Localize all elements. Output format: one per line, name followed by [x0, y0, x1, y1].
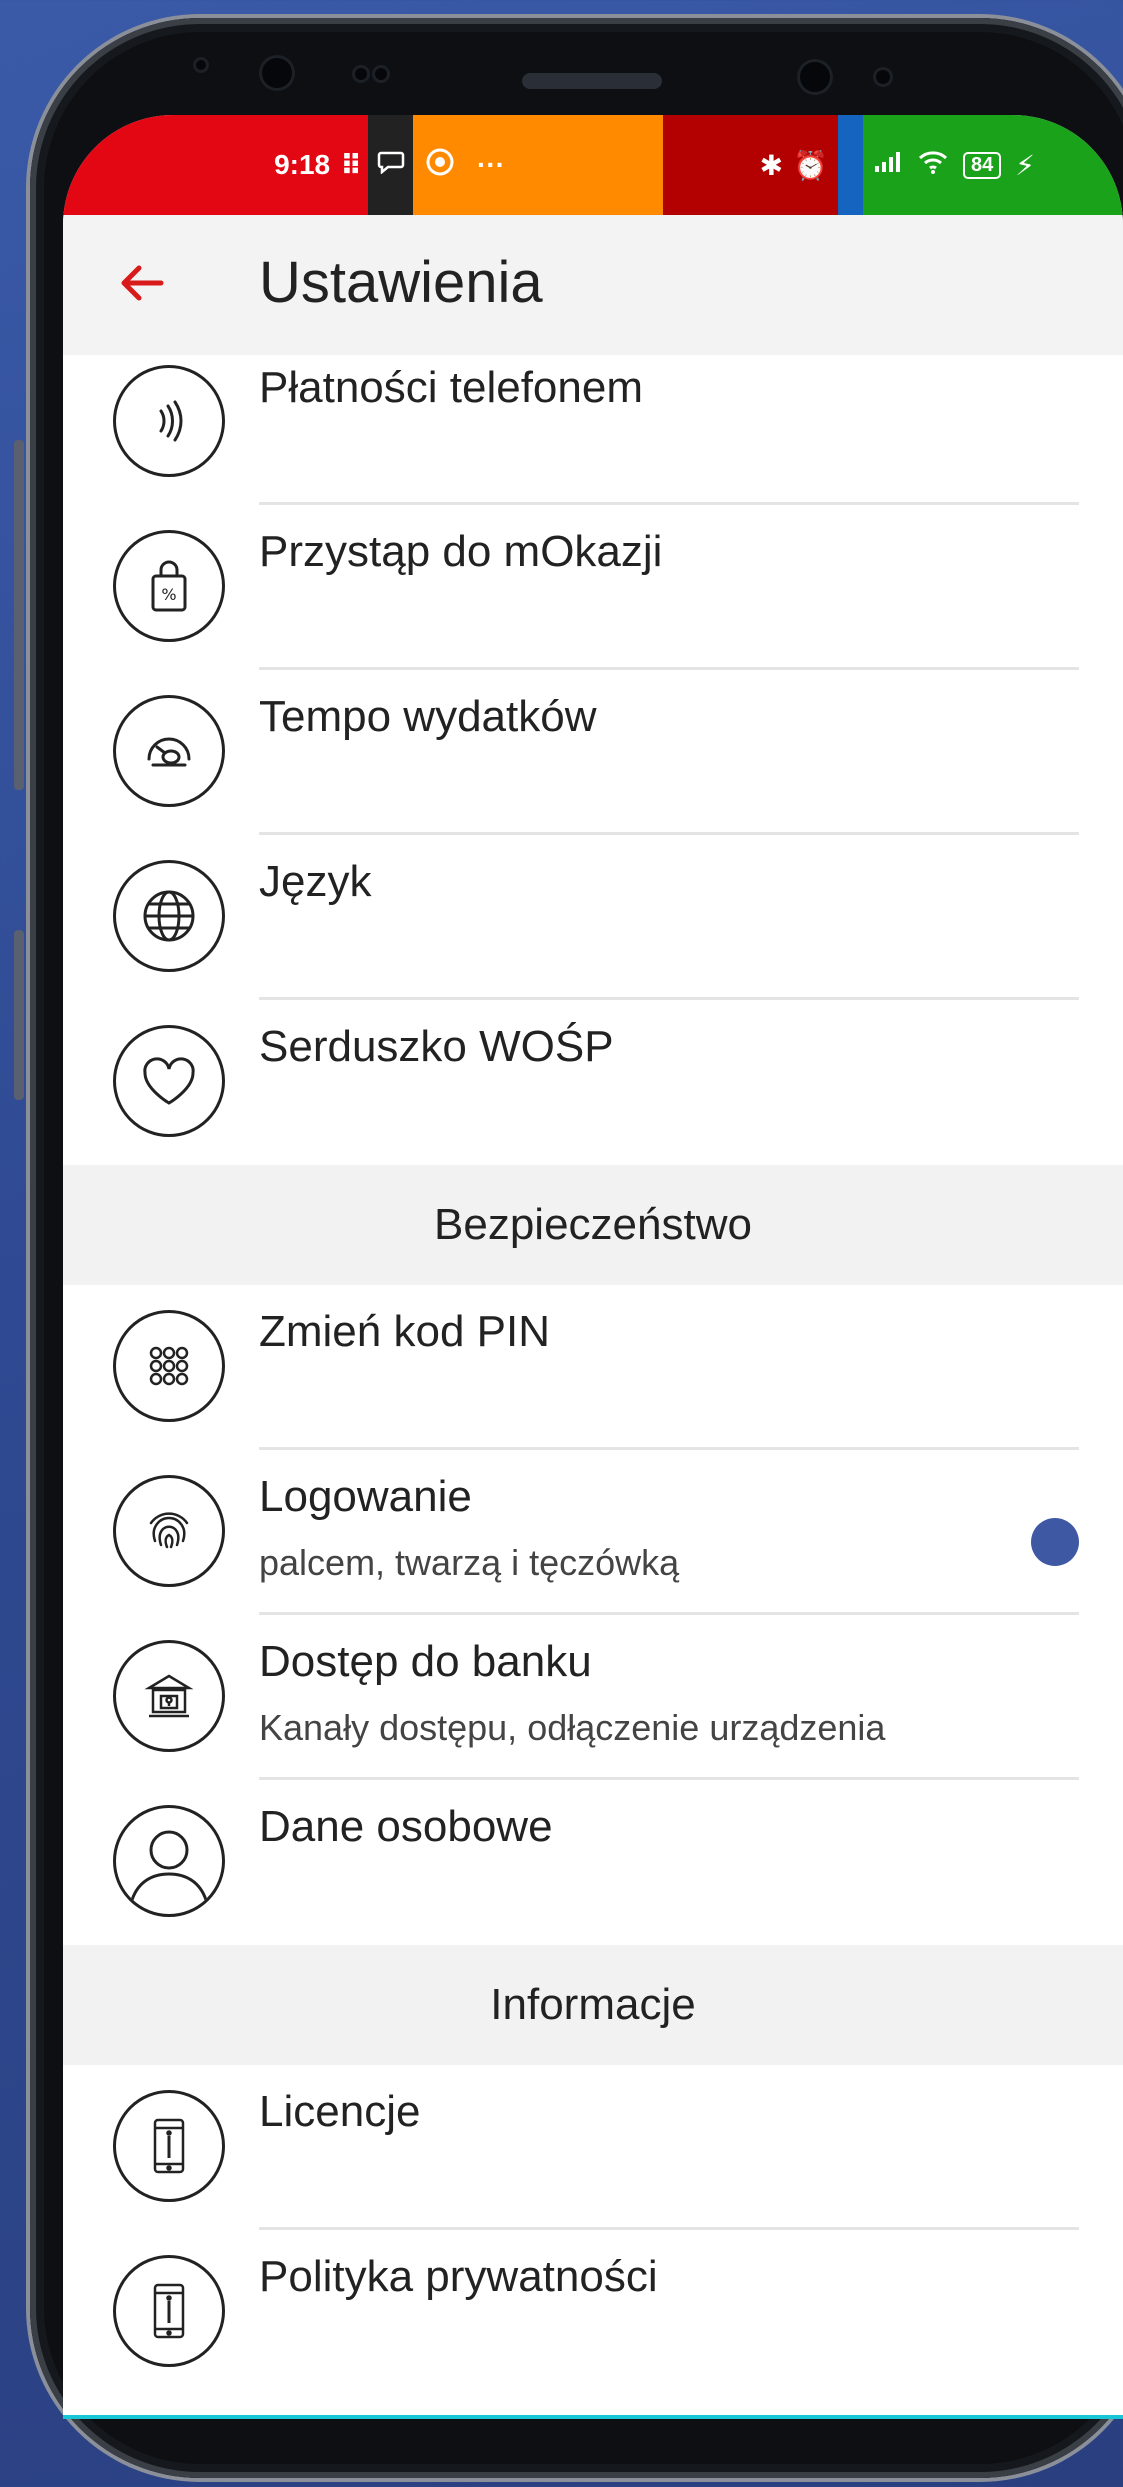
- screen-bottom-edge: [63, 2415, 1123, 2419]
- status-time-segment: 9:18 ⠿: [63, 115, 368, 215]
- heart-icon: [113, 1025, 225, 1137]
- signal-icon: [873, 149, 903, 181]
- settings-item-privacy-policy[interactable]: Polityka prywatności: [63, 2230, 1123, 2395]
- battery-icon: 84: [963, 151, 1002, 179]
- settings-item-label: Język: [259, 857, 372, 906]
- back-arrow-icon[interactable]: [113, 253, 173, 313]
- app-notification-icon: [425, 147, 455, 184]
- volume-button: [14, 440, 24, 790]
- front-camera: [262, 58, 292, 88]
- sensor-dot: [375, 68, 387, 80]
- status-time: 9:18: [274, 149, 331, 180]
- status-segment: [838, 115, 863, 215]
- section-header-security: Bezpieczeństwo: [63, 1165, 1123, 1285]
- settings-item-label: Polityka prywatności: [259, 2252, 658, 2301]
- settings-item-label: Płatności telefonem: [259, 363, 643, 412]
- settings-item-label: Zmień kod PIN: [259, 1307, 550, 1356]
- page-title: Ustawienia: [259, 250, 543, 315]
- fingerprint-icon: [113, 1475, 225, 1587]
- chat-bubble-icon: [377, 149, 405, 181]
- status-segment: ···: [413, 115, 663, 215]
- settings-item-label: Serduszko WOŚP: [259, 1022, 614, 1071]
- iris-scanner: [800, 62, 830, 92]
- person-icon: [113, 1805, 225, 1917]
- keypad-icon: [113, 1310, 225, 1422]
- indicator-dot: [1031, 1518, 1079, 1566]
- settings-item-sublabel: palcem, twarzą i tęczówką: [259, 1542, 680, 1583]
- settings-item-sublabel: Kanały dostępu, odłączenie urządzenia: [259, 1707, 886, 1748]
- sensor-dot: [196, 60, 206, 70]
- phone-info-icon: [113, 2255, 225, 2367]
- settings-item-label: Przystąp do mOkazji: [259, 527, 663, 576]
- settings-item-login[interactable]: Logowanie palcem, twarzą i tęczówką: [63, 1450, 1123, 1615]
- phone-info-icon: [113, 2090, 225, 2202]
- settings-item-licenses[interactable]: Licencje: [63, 2065, 1123, 2230]
- settings-item-wosp-heart[interactable]: Serduszko WOŚP: [63, 1000, 1123, 1165]
- globe-icon: [113, 860, 225, 972]
- settings-item-label: Dane osobowe: [259, 1802, 553, 1851]
- dots-grid-icon: ⠿: [340, 149, 362, 181]
- settings-item-personal-data[interactable]: Dane osobowe: [63, 1780, 1123, 1945]
- charging-icon: ⚡: [1015, 149, 1035, 181]
- settings-item-spending-pace[interactable]: Tempo wydatków: [63, 670, 1123, 835]
- settings-item-language[interactable]: Język: [63, 835, 1123, 1000]
- settings-item-bank-access[interactable]: Dostęp do banku Kanały dostępu, odłączen…: [63, 1615, 1123, 1780]
- status-bar: 9:18 ⠿ ··· ✱ ⏰ 84 ⚡: [63, 115, 1123, 215]
- speedometer-icon: [113, 695, 225, 807]
- settings-item-mokazje[interactable]: % Przystąp do mOkazji: [63, 505, 1123, 670]
- alarm-icon: ⏰: [793, 149, 828, 181]
- shopping-bag-percent-icon: %: [113, 530, 225, 642]
- section-header-info: Informacje: [63, 1945, 1123, 2065]
- settings-item-phone-payments[interactable]: Płatności telefonem: [63, 355, 1123, 505]
- power-button: [14, 930, 24, 1100]
- earpiece-speaker: [522, 73, 662, 89]
- app-screen: 9:18 ⠿ ··· ✱ ⏰ 84 ⚡ Ustawienia Płatności…: [63, 115, 1123, 2415]
- settings-item-label: Logowanie: [259, 1472, 472, 1521]
- settings-item-change-pin[interactable]: Zmień kod PIN: [63, 1285, 1123, 1450]
- settings-item-label: Tempo wydatków: [259, 692, 597, 741]
- app-bar: Ustawienia: [63, 215, 1123, 355]
- status-segment: [368, 115, 413, 215]
- settings-item-label: Licencje: [259, 2087, 421, 2136]
- bank-lock-icon: [113, 1640, 225, 1752]
- phone-top-bezel: [0, 0, 1123, 115]
- settings-item-label: Dostęp do banku: [259, 1637, 592, 1686]
- nfc-icon: [113, 365, 225, 477]
- svg-text:%: %: [161, 585, 176, 604]
- status-segment: 84 ⚡: [863, 115, 1123, 215]
- sensor-dot: [876, 70, 890, 84]
- bluetooth-icon: ✱: [759, 149, 784, 181]
- more-notifications-icon: ···: [477, 149, 505, 180]
- sensor-dot: [355, 68, 367, 80]
- status-segment: ✱ ⏰: [663, 115, 838, 215]
- wifi-icon: [917, 149, 949, 182]
